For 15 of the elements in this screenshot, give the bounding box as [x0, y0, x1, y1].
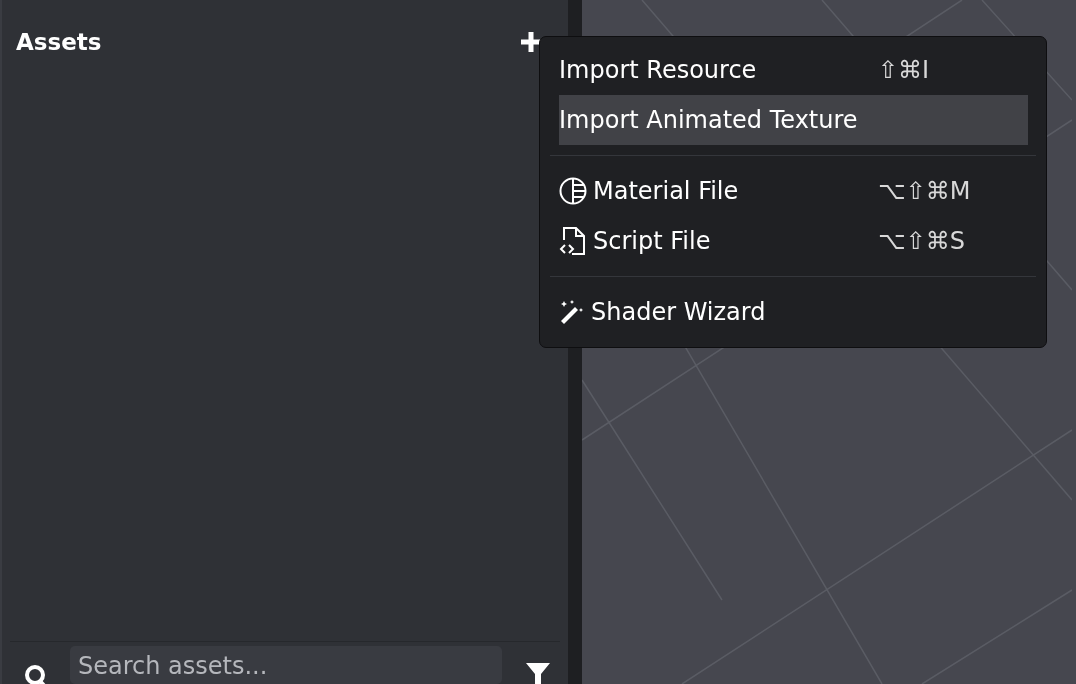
- menu-item-label: Import Animated Texture: [559, 106, 859, 134]
- menu-item-label: Script File: [593, 227, 712, 255]
- menu-item-label: Import Resource: [559, 56, 758, 84]
- menu-item[interactable]: Import Resource ⇧⌘I: [559, 45, 1028, 95]
- panel-title: Assets: [16, 29, 102, 55]
- search-field[interactable]: Search assets...: [70, 646, 502, 684]
- shortcut-label: ⇧⌘I: [877, 56, 931, 84]
- shortcut-label: ⌥⇧⌘M: [877, 177, 972, 205]
- shortcut-label: ⌥⇧⌘S: [877, 227, 966, 255]
- menu-item[interactable]: Import Animated Texture: [559, 95, 1028, 145]
- menu-item-label: Material File: [593, 177, 740, 205]
- menu-item[interactable]: Shader Wizard: [559, 287, 1028, 337]
- menu-item-label: Shader Wizard: [591, 298, 767, 326]
- menu-item[interactable]: Material File ⌥⇧⌘M: [559, 166, 1028, 216]
- menu-item[interactable]: Script File ⌥⇧⌘S: [559, 216, 1028, 266]
